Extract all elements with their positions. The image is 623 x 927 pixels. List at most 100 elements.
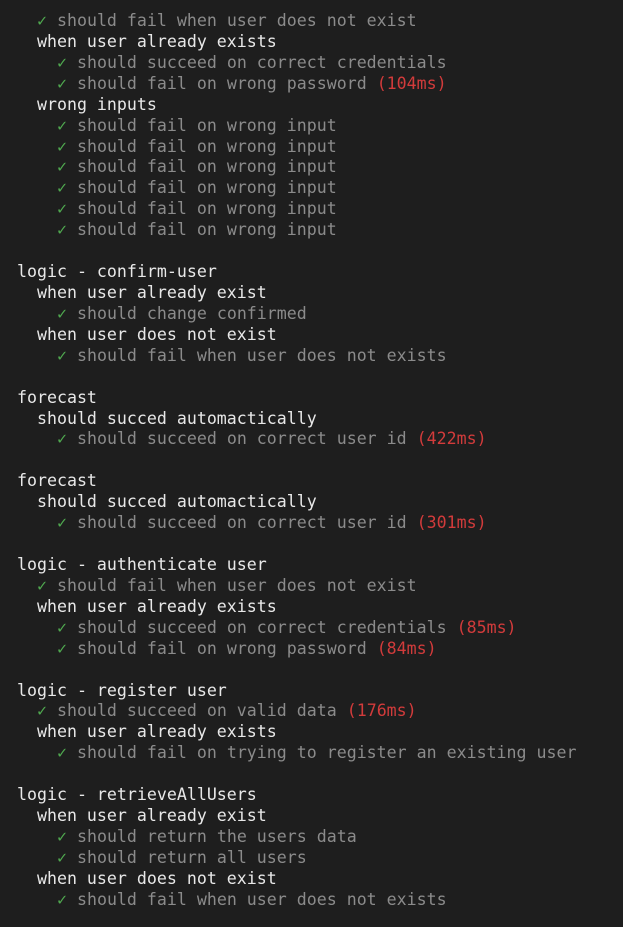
test-line: ✓ should change confirmed [17,304,576,325]
suite-line: forecast [17,471,576,492]
test-title: should fail when user does not exist [56,575,417,595]
test-report: ✓ should fail when user does not exist w… [17,11,576,911]
suite-line: wrong inputs [17,95,576,116]
slow-duration: (85ms) [456,617,517,637]
test-title: should fail on wrong password [76,73,367,93]
test-line: ✓ should fail on trying to register an e… [17,743,577,764]
test-line: ✓ should fail on wrong input [17,199,576,220]
test-title: should fail on wrong input [76,157,337,177]
test-line: ✓ should fail when user does not exist [17,11,576,32]
suite-title: when user does not exist [36,868,277,888]
slow-duration: (422ms) [416,429,487,449]
test-line: ✓ should fail when user does not exists [17,346,576,367]
suite-line: when user does not exist [17,869,576,890]
suite-line: when user does not exist [17,325,576,346]
suite-title: logic - retrieveAllUsers [17,785,257,805]
suite-line: logic - retrieveAllUsers [17,785,576,806]
test-line: ✓ should fail when user does not exists [17,890,576,911]
check-icon: ✓ [56,303,67,323]
test-line: ✓ should succeed on correct credentials [17,53,576,74]
suite-title: when user already exists [36,31,277,51]
suite-title: logic - register user [17,680,227,700]
test-title: should change confirmed [76,303,307,323]
check-icon: ✓ [56,847,67,867]
test-title: should succeed on correct user id [76,513,407,533]
suite-title: logic - authenticate user [17,554,267,574]
suite-title: when user already exists [36,722,277,742]
slow-duration: (84ms) [376,638,437,658]
check-icon: ✓ [56,220,67,240]
suite-line: logic - confirm-user [17,262,576,283]
suite-title: should succed automactically [36,492,317,512]
test-title: should fail when user does not exist [56,11,417,30]
test-title: should succeed on correct user id [76,429,407,449]
check-icon: ✓ [36,11,47,30]
suite-title: forecast [17,387,97,407]
suite-title: when user already exist [36,282,267,302]
suite-line: logic - authenticate user [17,555,576,576]
slow-duration: (176ms) [346,701,417,721]
suite-title: when user already exists [36,596,277,616]
check-icon: ✓ [56,638,67,658]
test-line: ✓ should succeed on correct credentials … [17,618,576,639]
test-line: ✓ should fail on wrong input [17,220,576,241]
check-icon: ✓ [56,199,67,219]
test-line: ✓ should succeed on correct user id (422… [17,429,576,450]
suite-line: forecast [17,388,576,409]
check-icon: ✓ [56,136,67,156]
test-title: should fail on wrong password [76,638,367,658]
test-title: should succeed on valid data [56,701,337,721]
check-icon: ✓ [56,826,67,846]
test-title: should fail when user does not exists [76,345,447,365]
slow-duration: (104ms) [376,73,447,93]
check-icon: ✓ [56,115,67,135]
test-title: should succeed on correct credentials [76,617,447,637]
test-line: ✓ should fail on wrong input [17,157,576,178]
test-line: ✓ should fail when user does not exist [17,576,576,597]
suite-title: when user does not exist [36,324,277,344]
suite-line: when user already exist [17,806,576,827]
check-icon: ✓ [56,429,67,449]
check-icon: ✓ [56,513,67,533]
suite-line: should succed automactically [17,409,576,430]
test-title: should fail on wrong input [76,115,337,135]
test-line: ✓ should return the users data [17,827,576,848]
test-line: ✓ should succeed on valid data (176ms) [17,701,576,722]
test-line: ✓ should fail on wrong input [17,137,576,158]
suite-line: when user already exist [17,283,576,304]
suite-title: should succed automactically [36,408,317,428]
suite-title: logic - confirm-user [17,262,217,282]
test-title: should succeed on correct credentials [76,52,447,72]
check-icon: ✓ [56,178,67,198]
check-icon: ✓ [56,617,67,637]
test-title: should fail on trying to register an exi… [76,743,577,763]
